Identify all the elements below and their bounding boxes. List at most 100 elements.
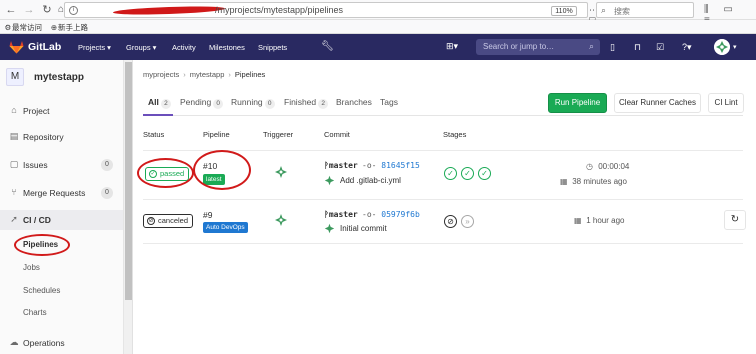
- tab-tags[interactable]: Tags: [380, 97, 398, 107]
- retry-pipeline-button[interactable]: ↻: [724, 210, 746, 230]
- commit-author-avatar[interactable]: [324, 223, 335, 234]
- breadcrumb-group[interactable]: myprojects: [143, 70, 179, 79]
- annotation-ellipse-status: [137, 158, 194, 188]
- repository-icon: ▤: [9, 131, 19, 141]
- status-badge-canceled[interactable]: ⊘ canceled: [143, 214, 194, 228]
- info-icon[interactable]: i: [69, 6, 78, 15]
- bookmark-most-visited[interactable]: ⚙最常访问: [4, 22, 42, 33]
- nav-milestones[interactable]: Milestones: [209, 43, 245, 52]
- gear-icon: ⚙: [4, 23, 12, 32]
- tab-finished[interactable]: Finished 2: [284, 97, 329, 109]
- triggerer-avatar[interactable]: [274, 165, 288, 179]
- stage-check-icon[interactable]: ✓: [444, 167, 457, 180]
- sidebar-item-merge-requests[interactable]: ⑂ Merge Requests 0: [0, 183, 123, 203]
- sidebar-item-issues[interactable]: ▢ Issues 0: [0, 155, 123, 175]
- commit-author-avatar[interactable]: [324, 175, 335, 186]
- search-icon: ⌕: [601, 5, 607, 15]
- redaction-scribble: [112, 5, 226, 16]
- breadcrumb-current[interactable]: Pipelines: [235, 70, 265, 79]
- clear-runner-caches-button[interactable]: Clear Runner Caches: [614, 93, 701, 113]
- cloud-icon: ☁: [9, 337, 19, 347]
- gitlab-brand[interactable]: GitLab: [28, 41, 61, 53]
- stage-check-icon[interactable]: ✓: [461, 167, 474, 180]
- reload-icon[interactable]: ↻: [40, 3, 54, 17]
- user-avatar[interactable]: [714, 39, 730, 55]
- sidebar-subitem-schedules[interactable]: Schedules: [23, 286, 60, 295]
- clock-icon: ◷: [586, 162, 593, 171]
- active-tab-indicator: [143, 114, 173, 116]
- gitlab-search-input[interactable]: Search or jump to… ⌕: [476, 39, 600, 55]
- home-icon: ⌂: [11, 105, 17, 115]
- bookmark-getting-started[interactable]: ⊕新手上路: [50, 22, 88, 33]
- stage-cancel-icon[interactable]: ⊘: [444, 215, 457, 228]
- nav-groups[interactable]: Groups ▾: [126, 43, 156, 52]
- col-header-triggerer: Triggerer: [263, 130, 294, 139]
- todo-sidebar-icon[interactable]: ▯: [610, 42, 615, 53]
- help-icon[interactable]: ?▾: [682, 42, 692, 53]
- tab-branches[interactable]: Branches: [336, 97, 372, 107]
- sidebar-item-repository[interactable]: ▤ Repository: [0, 127, 123, 147]
- gitlab-logo-icon[interactable]: [9, 40, 24, 54]
- pipeline-id-link[interactable]: #9: [203, 210, 212, 220]
- zoom-level[interactable]: 110%: [551, 6, 577, 16]
- stage-skipped-icon[interactable]: »: [461, 215, 474, 228]
- triggerer-avatar[interactable]: [274, 213, 288, 227]
- gitlab-search-placeholder: Search or jump to…: [483, 42, 555, 51]
- branch-ref[interactable]: ᚹmaster: [324, 161, 358, 170]
- commit-sha[interactable]: -o- 81645f15: [362, 161, 420, 170]
- merge-requests-icon[interactable]: ⊓: [634, 42, 641, 53]
- tab-pending[interactable]: Pending 0: [180, 97, 224, 109]
- nav-activity[interactable]: Activity: [172, 43, 196, 52]
- merge-requests-count: 0: [101, 187, 113, 199]
- tab-finished-count: 2: [318, 99, 329, 109]
- project-name: mytestapp: [34, 72, 85, 83]
- sidebar-item-ci-cd[interactable]: ➚ CI / CD: [0, 210, 123, 230]
- back-arrow-icon[interactable]: ←: [4, 3, 18, 17]
- commit-message[interactable]: Add .gitlab-ci.yml: [340, 176, 401, 185]
- nav-projects[interactable]: Projects ▾: [78, 43, 111, 52]
- stage-check-icon[interactable]: ✓: [478, 167, 491, 180]
- annotation-ellipse-pipelines: [14, 234, 70, 256]
- forward-arrow-icon[interactable]: →: [22, 3, 36, 17]
- sidebar-subitem-charts[interactable]: Charts: [23, 308, 47, 317]
- user-menu-caret-icon[interactable]: ▾: [733, 43, 737, 51]
- tab-pending-count: 0: [213, 99, 224, 109]
- browser-search-input[interactable]: ⌕ 搜索: [596, 2, 694, 18]
- col-header-status: Status: [143, 130, 165, 139]
- tab-running[interactable]: Running 0: [231, 97, 275, 109]
- admin-wrench-icon[interactable]: 🔧︎: [321, 41, 334, 52]
- new-item-plus-icon[interactable]: ⊞▾: [446, 41, 458, 52]
- todos-check-icon[interactable]: ☑: [656, 42, 664, 53]
- sidebar-item-operations[interactable]: ☁ Operations: [0, 333, 123, 353]
- sidebar-subitem-jobs[interactable]: Jobs: [23, 263, 40, 272]
- commit-message[interactable]: Initial commit: [340, 224, 387, 233]
- col-header-stages: Stages: [443, 130, 467, 139]
- breadcrumb-chevron-icon: ›: [228, 70, 231, 79]
- ci-lint-button[interactable]: CI Lint: [708, 93, 744, 113]
- commit-icon: -o-: [362, 210, 377, 219]
- cancel-icon: ⊘: [147, 217, 155, 225]
- breadcrumb: myprojects › mytestapp › Pipelines: [143, 70, 265, 79]
- commit-sha[interactable]: -o- 05979f6b: [362, 210, 420, 219]
- sidebar-project-header[interactable]: M mytestapp: [4, 66, 120, 90]
- auto-devops-badge: Auto DevOps: [203, 222, 248, 233]
- breadcrumb-chevron-icon: ›: [183, 70, 186, 79]
- col-header-pipeline: Pipeline: [203, 130, 230, 139]
- sidebar-scrollbar[interactable]: [124, 60, 133, 354]
- issues-count: 0: [101, 159, 113, 171]
- branch-ref[interactable]: ᚹmaster: [324, 210, 358, 219]
- project-avatar: M: [6, 68, 24, 86]
- pipeline-finished-time: ▦ 38 minutes ago: [560, 177, 627, 186]
- run-pipeline-button[interactable]: Run Pipeline: [548, 93, 607, 113]
- issues-icon: ▢: [9, 159, 19, 169]
- tab-all[interactable]: All 2: [148, 97, 171, 109]
- breadcrumb-project[interactable]: mytestapp: [190, 70, 225, 79]
- retry-icon: ↻: [730, 214, 740, 225]
- nav-snippets[interactable]: Snippets: [258, 43, 287, 52]
- search-icon: ⌕: [588, 41, 594, 51]
- sidebar-scroll-thumb[interactable]: [125, 62, 132, 300]
- sidebar-item-project[interactable]: ⌂ Project: [0, 101, 123, 121]
- merge-request-icon: ⑂: [11, 187, 17, 197]
- rocket-icon: ➚: [10, 214, 18, 224]
- address-bar[interactable]: i /myprojects/mytestapp/pipelines 110% ⋯…: [64, 2, 598, 37]
